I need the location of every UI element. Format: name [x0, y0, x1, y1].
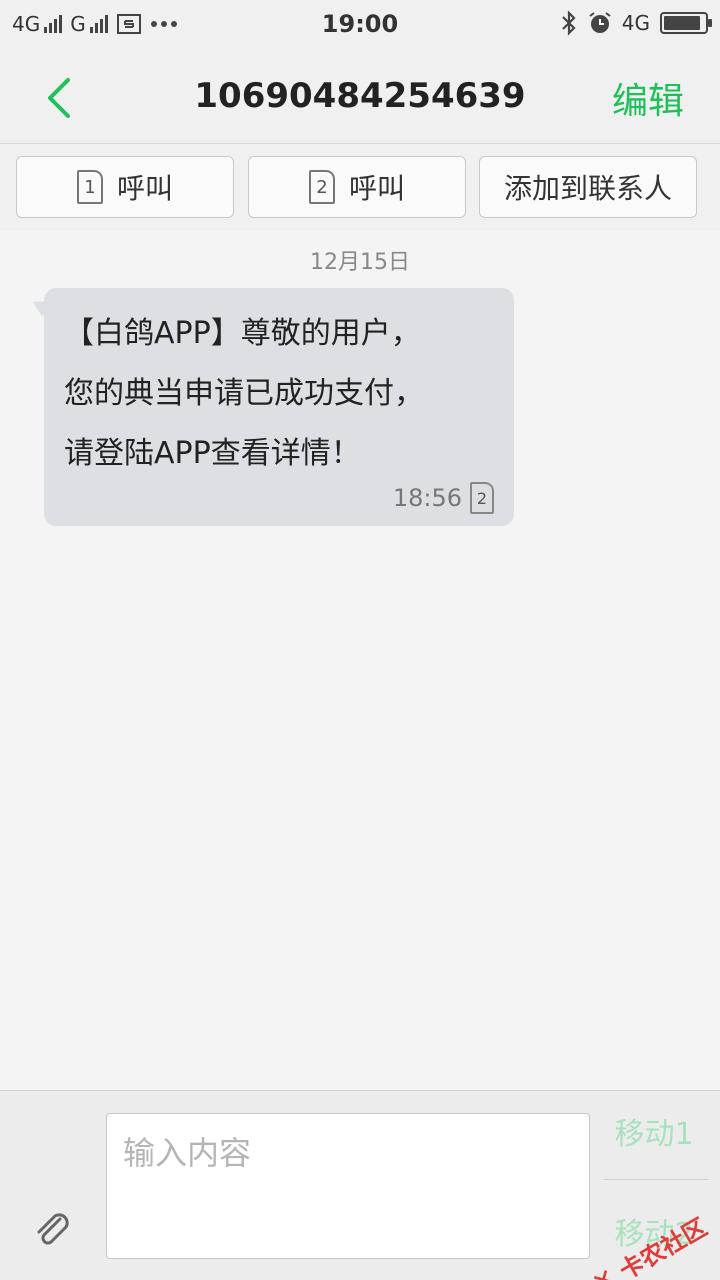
call-sim2-label: 呼叫 — [348, 172, 405, 205]
message-date: 12月15日 — [310, 250, 410, 275]
bluetooth-icon — [561, 10, 576, 36]
message-bubble[interactable]: 【白鸽APP】尊敬的用户， 您的典当申请已成功支付， 请登陆APP查看详情！ 1… — [44, 288, 514, 526]
call-sim2-button[interactable]: 2 呼叫 — [248, 156, 466, 218]
edit-button[interactable]: 编辑 — [612, 72, 684, 124]
sim-card-icon: 2 — [470, 482, 494, 514]
network-type-right: 4G — [621, 11, 650, 35]
message-text: 【白鸽APP】尊敬的用户， 您的典当申请已成功支付， 请登陆APP查看详情！ — [64, 316, 424, 471]
send-sim1-button[interactable]: 移动1 — [604, 1109, 704, 1153]
message-input[interactable]: 输入内容 — [106, 1113, 590, 1259]
paperclip-icon[interactable] — [30, 1207, 74, 1251]
sms-conversation-screen: 4G G 19:00 4G 10690484254639 编辑 1 呼叫 2 呼… — [0, 0, 720, 1280]
add-to-contacts-button[interactable]: 添加到联系人 — [479, 156, 697, 218]
send-divider — [604, 1179, 708, 1180]
status-bar: 4G G 19:00 4G — [0, 0, 720, 52]
call-sim1-button[interactable]: 1 呼叫 — [16, 156, 234, 218]
call-sim1-label: 呼叫 — [116, 172, 173, 205]
status-right: 4G — [560, 10, 712, 36]
alarm-icon — [589, 12, 611, 33]
sim-card-icon: 1 — [76, 170, 103, 204]
battery-icon — [660, 12, 712, 34]
conversation-header: 10690484254639 编辑 — [0, 52, 720, 144]
battery-fill — [664, 16, 700, 30]
compose-bar: 输入内容 移动1 移动2 ✕ 卡农社区 — [0, 1090, 720, 1280]
message-time: 18:56 — [392, 484, 462, 512]
message-meta: 18:56 2 — [393, 482, 494, 514]
action-bar: 1 呼叫 2 呼叫 添加到联系人 — [0, 144, 720, 230]
message-input-placeholder: 输入内容 — [123, 1134, 252, 1172]
sim-card-icon: 2 — [308, 170, 335, 204]
